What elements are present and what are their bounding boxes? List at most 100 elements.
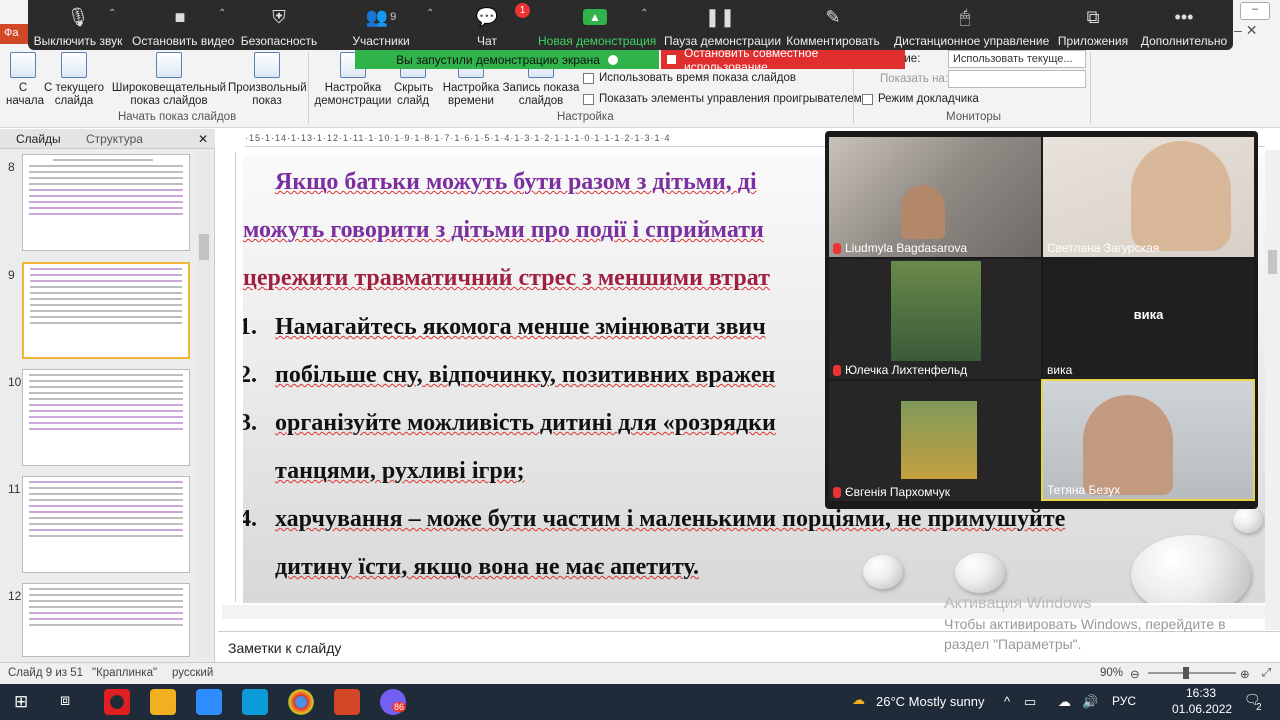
presenter-view-checkbox[interactable]: Режим докладчика: [862, 93, 979, 105]
from-start-button[interactable]: С начала: [6, 52, 44, 108]
chevron-up-icon[interactable]: ⌃: [426, 8, 434, 19]
weather-icon: ☁: [852, 692, 865, 707]
scrollbar-thumb[interactable]: [199, 234, 209, 260]
stop-share-label: Остановить совместное использование: [683, 45, 819, 74]
participant-video-tile[interactable]: Юлечка Лихтенфельд: [829, 259, 1041, 379]
slide-thumbnail-9[interactable]: [22, 262, 190, 359]
slide-thumbnail-11[interactable]: [22, 476, 190, 573]
windows-start-icon[interactable]: ⊞: [14, 692, 28, 712]
zoom-slider-thumb[interactable]: [1183, 667, 1189, 679]
resolution-dropdown[interactable]: Использовать текуще...: [948, 50, 1086, 68]
show-on-dropdown[interactable]: [948, 70, 1086, 88]
more-button[interactable]: ••• Дополнительно: [1140, 4, 1228, 49]
zoom-app-icon[interactable]: [196, 689, 222, 715]
weather-text[interactable]: 26°C Mostly sunny: [876, 694, 985, 709]
activation-line: Чтобы активировать Windows, перейдите в: [944, 616, 1226, 632]
custom-show-button[interactable]: Произвольный показ: [228, 52, 307, 108]
clock-time[interactable]: 16:33: [1186, 686, 1216, 700]
new-share-button[interactable]: ▲ Новая демонстрация: [538, 4, 656, 48]
security-button[interactable]: ⛨ Безопасность: [240, 4, 318, 49]
app-w-icon[interactable]: [242, 689, 268, 715]
task-view-icon[interactable]: ⧈: [60, 692, 70, 710]
chevron-up-icon[interactable]: ^: [1004, 694, 1010, 709]
water-drop-decoration: [1233, 507, 1263, 533]
checkbox-box[interactable]: [583, 72, 594, 84]
use-timings-checkbox[interactable]: Использовать время показа слайдов: [583, 72, 796, 84]
opera-icon[interactable]: [104, 689, 130, 715]
stop-video-button[interactable]: ■ Остановить видео: [132, 4, 234, 49]
zoom-out-icon[interactable]: ⊖: [1130, 667, 1140, 681]
mute-label: Выключить звук: [33, 34, 123, 48]
slide-thumbnail-8[interactable]: [22, 154, 190, 251]
vertical-scrollbar[interactable]: [1265, 150, 1280, 630]
participant-name-tag: Юлечка Лихтенфельд: [833, 363, 967, 377]
zoom-slider[interactable]: [1148, 672, 1236, 674]
remote-control-button[interactable]: 🖱 Дистанционное управление: [894, 4, 1049, 49]
participants-button[interactable]: 👥 9 Участники: [350, 4, 412, 49]
close-icon[interactable]: ✕: [198, 132, 208, 146]
pause-share-button[interactable]: ❚❚ Пауза демонстрации: [664, 4, 781, 49]
ribbon-divider: [1090, 52, 1091, 124]
zoom-percent[interactable]: 90%: [1100, 667, 1123, 679]
participant-video-tile-active[interactable]: Тетяна Безух: [1041, 379, 1255, 501]
zoom-video-gallery[interactable]: Liudmyla Bagdasarova Светлана Загурская …: [825, 131, 1258, 509]
custom-show-label: Произвольный показ: [228, 82, 307, 107]
slide-text: можуть говорити з дітьми про події і спр…: [243, 217, 764, 243]
fit-to-window-icon[interactable]: ⤢: [1262, 667, 1271, 680]
tab-outline[interactable]: Структура: [86, 132, 143, 146]
participant-video-tile[interactable]: Liudmyla Bagdasarova: [829, 137, 1041, 257]
pencil-icon: ✎: [825, 6, 841, 27]
show-controls-checkbox[interactable]: Показать элементы управления проигрывате…: [583, 93, 862, 105]
chevron-up-icon[interactable]: ⌃: [218, 8, 226, 19]
checkbox-box[interactable]: [583, 93, 594, 105]
slide-list-item: танцями, рухливі ігри;: [275, 458, 525, 485]
sharing-status-banner: Вы запустили демонстрацию экрана: [355, 50, 659, 69]
checkbox-box[interactable]: [862, 93, 873, 105]
zoom-in-icon[interactable]: ⊕: [1240, 667, 1250, 681]
scrollbar-thumb[interactable]: [1268, 250, 1277, 274]
annotate-button[interactable]: ✎ Комментировать: [786, 4, 880, 49]
network-icon[interactable]: ▭: [1024, 694, 1036, 710]
apps-button[interactable]: ⧉ Приложения: [1054, 4, 1132, 49]
chat-unread-badge: 1: [515, 3, 530, 18]
zoom-collapse-button[interactable]: –: [1240, 2, 1270, 20]
close-icon[interactable]: ✕: [1246, 22, 1258, 46]
language-indicator[interactable]: русский: [172, 667, 213, 679]
windows-taskbar: ⊞ ⧈ 86 ☁ 26°C Mostly sunny ^ ▭ ☁ 🔊 РУС 1…: [0, 684, 1280, 720]
participant-video-tile[interactable]: Євгенія Пархомчук: [829, 381, 1041, 501]
from-current-button[interactable]: С текущего слайда: [44, 52, 104, 108]
speaker-icon[interactable]: 🔊: [1082, 694, 1098, 710]
shield-icon: ⛨: [272, 6, 286, 27]
participant-video-tile[interactable]: Светлана Загурская: [1043, 137, 1254, 257]
camera-icon: ■: [174, 6, 186, 27]
participant-video-tile[interactable]: вика вика: [1043, 259, 1254, 379]
file-tab[interactable]: Фа: [0, 24, 30, 44]
tab-slides[interactable]: Слайды: [16, 132, 61, 146]
clock-date[interactable]: 01.06.2022: [1172, 702, 1232, 716]
slide-list-item: Намагайтесь якомога менше змінювати звич: [275, 314, 766, 341]
vertical-ruler: [222, 152, 236, 602]
water-drop-decoration: [1131, 535, 1251, 603]
file-explorer-icon[interactable]: [150, 689, 176, 715]
broadcast-button[interactable]: Широковещательный показ слайдов: [110, 52, 228, 108]
keyboard-language[interactable]: РУС: [1112, 694, 1136, 708]
pause-icon: ❚❚: [704, 6, 736, 27]
slide-thumbnail-10[interactable]: [22, 369, 190, 466]
cloud-icon[interactable]: ☁: [1058, 694, 1071, 710]
chat-button[interactable]: 💬 Чат: [466, 4, 508, 49]
chevron-up-icon[interactable]: ⌃: [108, 8, 116, 19]
slide-thumbnail-12[interactable]: [22, 583, 190, 657]
chevron-up-icon[interactable]: ⌃: [640, 8, 648, 19]
participant-name-tag: Светлана Загурская: [1047, 241, 1159, 255]
panel-tabs: Слайды Структура ✕: [0, 129, 215, 149]
stop-share-button[interactable]: Остановить совместное использование: [661, 46, 905, 74]
hide-slide-label: Скрыть слайд: [394, 82, 434, 107]
participant-name: Тетяна Безух: [1047, 483, 1121, 497]
slide-text: Якщо батьки можуть бути разом з дітьми, …: [275, 169, 757, 195]
activation-line: раздел "Параметры".: [944, 636, 1082, 652]
thumbnail-scrollbar[interactable]: [197, 152, 211, 657]
chrome-icon[interactable]: [288, 689, 314, 715]
slide-text-line: можуть говорити з дітьми про події і спр…: [243, 217, 764, 244]
minimize-icon[interactable]: –: [1234, 22, 1242, 46]
powerpoint-icon[interactable]: [334, 689, 360, 715]
